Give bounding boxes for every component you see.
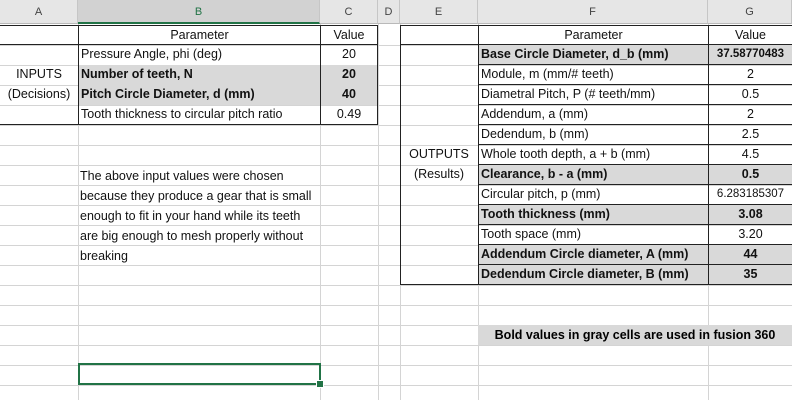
fusion-note-banner[interactable]: Bold values in gray cells are used in fu…: [478, 325, 792, 345]
input-parameter-name[interactable]: Pitch Circle Diameter, d (mm): [78, 85, 320, 105]
column-header-e[interactable]: E: [400, 0, 478, 24]
output-parameter-value[interactable]: 0.5: [708, 85, 792, 105]
output-parameter-name[interactable]: Addendum, a (mm): [478, 105, 708, 125]
input-parameter-value[interactable]: 20: [320, 45, 378, 65]
output-parameter-value[interactable]: 6.283185307: [708, 185, 792, 205]
output-parameter-name[interactable]: Tooth space (mm): [478, 225, 708, 245]
output-parameter-value[interactable]: 35: [708, 265, 792, 285]
inputs-label-block[interactable]: INPUTS (Decisions): [0, 45, 78, 125]
input-parameter-name[interactable]: Tooth thickness to circular pitch ratio: [78, 105, 320, 125]
output-parameter-value[interactable]: 44: [708, 245, 792, 265]
outputs-value-header[interactable]: Value: [708, 25, 792, 45]
output-parameter-name[interactable]: Dedendum Circle diameter, B (mm): [478, 265, 708, 285]
output-parameter-name[interactable]: Diametral Pitch, P (# teeth/mm): [478, 85, 708, 105]
output-parameter-name[interactable]: Module, m (mm/# teeth): [478, 65, 708, 85]
input-parameter-name[interactable]: Number of teeth, N: [78, 65, 320, 85]
input-parameter-value[interactable]: 40: [320, 85, 378, 105]
output-parameter-name[interactable]: Base Circle Diameter, d_b (mm): [478, 45, 708, 65]
vertical-gridline: [378, 24, 379, 400]
horizontal-gridline: [0, 385, 792, 386]
output-parameter-name[interactable]: Dedendum, b (mm): [478, 125, 708, 145]
column-header-c[interactable]: C: [320, 0, 378, 24]
inputs-parameter-header[interactable]: Parameter: [78, 25, 320, 45]
results-label: (Results): [413, 167, 464, 181]
fill-handle[interactable]: [316, 380, 324, 388]
output-parameter-value[interactable]: 2.5: [708, 125, 792, 145]
input-parameter-name[interactable]: Pressure Angle, phi (deg): [78, 45, 320, 65]
column-header-b[interactable]: B: [78, 0, 320, 24]
outputs-label: OUTPUTS: [409, 147, 469, 161]
output-parameter-value[interactable]: 3.08: [708, 205, 792, 225]
output-parameter-value[interactable]: 37.58770483: [708, 45, 792, 65]
input-parameter-value[interactable]: 20: [320, 65, 378, 85]
inputs-value-header[interactable]: Value: [320, 25, 378, 45]
input-parameter-value[interactable]: 0.49: [320, 105, 378, 125]
outputs-header-spacer[interactable]: [400, 25, 478, 45]
output-parameter-name[interactable]: Clearance, b - a (mm): [478, 165, 708, 185]
outputs-parameter-header[interactable]: Parameter: [478, 25, 708, 45]
inputs-label: INPUTS: [16, 67, 62, 81]
horizontal-gridline: [0, 305, 792, 306]
output-parameter-value[interactable]: 3.20: [708, 225, 792, 245]
selected-cell-b18[interactable]: [78, 363, 321, 385]
column-header-a[interactable]: A: [0, 0, 78, 24]
outputs-label-block[interactable]: OUTPUTS (Results): [400, 45, 478, 285]
output-parameter-name[interactable]: Circular pitch, p (mm): [478, 185, 708, 205]
output-parameter-value[interactable]: 4.5: [708, 145, 792, 165]
output-parameter-value[interactable]: 2: [708, 105, 792, 125]
column-header-f[interactable]: F: [478, 0, 708, 24]
horizontal-gridline: [0, 345, 792, 346]
inputs-header-spacer[interactable]: [0, 25, 78, 45]
column-header-d[interactable]: D: [378, 0, 400, 24]
output-parameter-value[interactable]: 2: [708, 65, 792, 85]
decisions-label: (Decisions): [7, 87, 71, 101]
output-parameter-value[interactable]: 0.5: [708, 165, 792, 185]
spreadsheet-grid[interactable]: A B C D E F G Parameter Value INPUTS (De…: [0, 0, 792, 400]
horizontal-gridline: [0, 285, 792, 286]
output-parameter-name[interactable]: Tooth thickness (mm): [478, 205, 708, 225]
output-parameter-name[interactable]: Whole tooth depth, a + b (mm): [478, 145, 708, 165]
input-explanation-note[interactable]: The above input values were chosen becau…: [80, 166, 320, 266]
output-parameter-name[interactable]: Addendum Circle diameter, A (mm): [478, 245, 708, 265]
column-header-g[interactable]: G: [708, 0, 792, 24]
